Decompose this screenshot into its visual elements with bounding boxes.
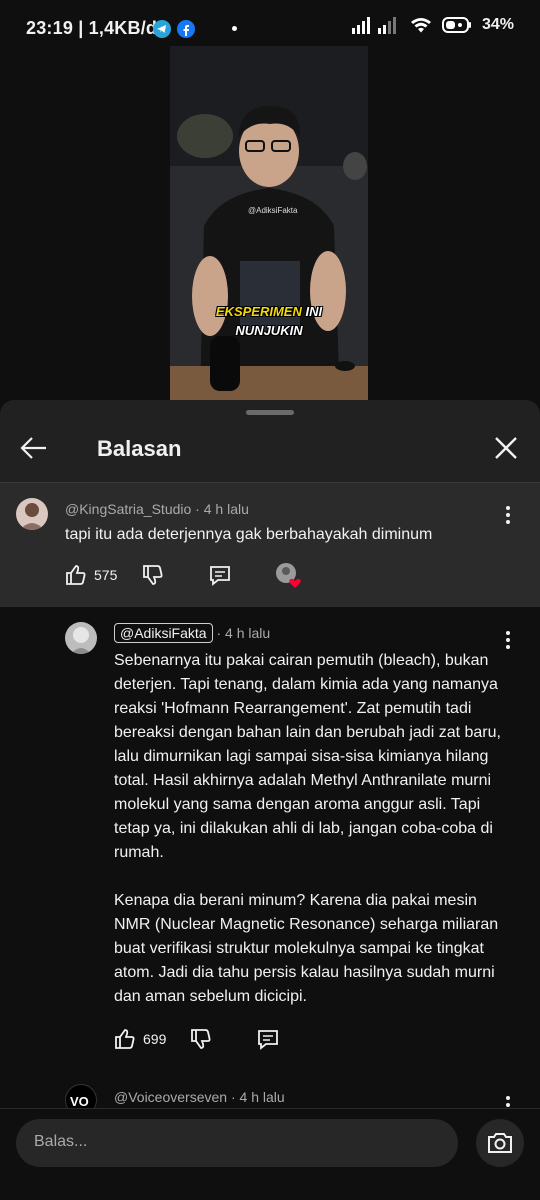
drag-handle[interactable] [246,410,294,415]
wifi-icon [410,18,431,33]
notification-dot-icon [232,26,237,31]
reply-text: Sebenarnya itu pakai cairan pemutih (ble… [114,649,506,1009]
close-button[interactable] [490,432,522,464]
creator-avatar-heart-icon [276,563,301,588]
comment-icon [210,566,230,586]
dislike-button[interactable] [189,1027,213,1051]
telegram-icon [153,20,171,38]
comment-icon [258,1030,278,1050]
camera-icon [488,1133,512,1153]
status-bar: 23:19 | 1,4KB/d 34% [0,0,540,46]
video-frame [170,46,368,400]
reply-paragraph-1: Sebenarnya itu pakai cairan pemutih (ble… [114,652,501,861]
parent-comment: @KingSatria_Studio · 4 h lalu tapi itu a… [0,483,540,607]
comment-text: tapi itu ada deterjennya gak berbahayaka… [65,526,433,543]
status-right: 34% [351,16,514,34]
avatar-initials: VO [70,1094,89,1109]
signal-icon [351,17,396,34]
comment-menu-button[interactable] [498,503,518,527]
like-count: 575 [94,567,118,583]
reply-button[interactable] [208,563,232,587]
back-button[interactable] [18,432,50,464]
thumbs-up-icon [115,1029,135,1049]
comment-time: 4 h lalu [203,501,249,517]
thumbs-down-icon [191,1029,211,1049]
creator-author-chip[interactable]: @AdiksiFakta [114,623,213,643]
thumbs-up-icon [66,565,86,585]
close-icon [495,437,517,459]
video-caption: EKSPERIMEN INI NUNJUKIN [170,304,368,338]
comment-time: 4 h lalu [239,1089,285,1105]
replies-sheet: Balasan @KingSatria_Studio · 4 h lalu ta… [0,400,540,1200]
avatar[interactable] [16,498,48,530]
dislike-button[interactable] [141,563,165,587]
comment-meta: @KingSatria_Studio · 4 h lalu [65,501,249,517]
reply-paragraph-2: Kenapa dia berani minum? Karena dia paka… [114,892,499,1005]
reply-button[interactable] [256,1027,280,1051]
comment-author[interactable]: @KingSatria_Studio [65,501,191,517]
creator-heart [274,561,304,591]
reply-composer: Balas... [0,1108,540,1200]
video-watermark: @AdiksiFakta [248,206,298,215]
reply-menu-button[interactable] [498,628,518,652]
video-player[interactable]: @AdiksiFakta EKSPERIMEN INI NUNJUKIN [170,46,368,400]
reply-input[interactable]: Balas... [16,1119,458,1167]
caption-line2: NUNJUKIN [235,323,303,338]
like-button[interactable]: 575 [64,563,117,587]
next-reply-meta: @Voiceoverseven · 4 h lalu [114,1089,285,1105]
status-time: 23:19 | 1,4KB/d [26,18,158,38]
caption-word-eksperimen: EKSPERIMEN [215,304,302,319]
camera-button[interactable] [476,1119,524,1167]
reply-time: 4 h lalu [225,625,271,641]
thumbs-down-icon [143,565,163,585]
caption-word-ini: INI [305,304,323,319]
like-button[interactable]: 699 [113,1027,166,1051]
more-vert-icon [506,631,510,649]
more-vert-icon [506,506,510,524]
reply-list: @AdiksiFakta · 4 h lalu Sebenarnya itu p… [0,607,540,1116]
comment-author[interactable]: @Voiceoverseven [114,1089,227,1105]
avatar[interactable] [65,622,97,654]
battery-icon [441,17,471,33]
sheet-header: Balasan [0,418,540,478]
reply-meta: @AdiksiFakta · 4 h lalu [114,623,270,643]
sheet-title: Balasan [97,436,182,461]
facebook-icon [177,20,195,38]
battery-level: 34% [481,16,514,33]
like-count: 699 [143,1031,167,1047]
arrow-left-icon [20,437,46,459]
